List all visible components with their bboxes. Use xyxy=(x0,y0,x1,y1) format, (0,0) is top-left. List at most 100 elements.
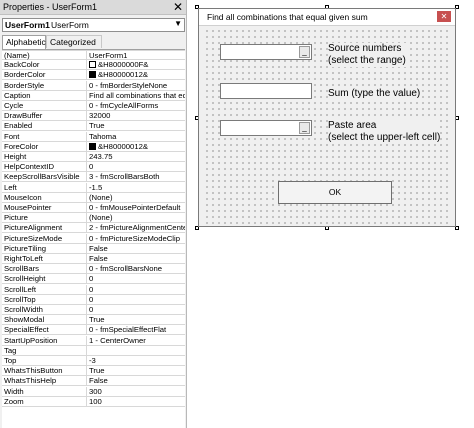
property-value-text: True xyxy=(89,315,105,325)
property-name: PictureAlignment xyxy=(4,223,87,233)
property-row[interactable]: DrawBuffer 32000 xyxy=(2,111,185,122)
property-row[interactable]: ScrollLeft 0 xyxy=(2,284,185,295)
property-value[interactable]: 243.75 xyxy=(89,152,185,161)
property-row[interactable]: ScrollWidth 0 xyxy=(2,305,185,315)
property-row[interactable]: PictureSizeMode 0 - fmPictureSizeModeClip xyxy=(2,233,185,244)
ok-button[interactable]: OK xyxy=(278,181,392,204)
property-name: ScrollLeft xyxy=(4,284,87,294)
property-value[interactable]: 0 - fmSpecialEffectFlat xyxy=(89,325,185,334)
property-value[interactable]: 0 - fmBorderStyleNone xyxy=(89,81,185,90)
property-name: MousePointer xyxy=(4,203,87,212)
property-value[interactable]: &H80000012& xyxy=(89,70,185,79)
property-value[interactable]: True xyxy=(89,315,185,324)
property-value[interactable]: 0 - fmPictureSizeModeClip xyxy=(89,234,185,243)
property-name: BackColor xyxy=(4,60,87,70)
property-value[interactable]: 0 - fmCycleAllForms xyxy=(89,101,185,110)
property-row[interactable]: Width 300 xyxy=(2,386,185,397)
property-value-text: 2 - fmPictureAlignmentCenter xyxy=(89,223,185,233)
property-value[interactable]: 0 xyxy=(89,285,185,294)
property-value[interactable]: False xyxy=(89,376,185,385)
property-row[interactable]: BorderColor &H80000012& xyxy=(2,70,185,81)
property-row[interactable]: RightToLeft False xyxy=(2,254,185,264)
property-row[interactable]: CaptionFind all combinations that equal xyxy=(2,90,185,101)
paste-area-refedit[interactable]: _ xyxy=(220,120,312,136)
property-row[interactable]: HelpContextID 0 xyxy=(2,162,185,173)
property-value[interactable]: False xyxy=(89,254,185,263)
property-value[interactable]: True xyxy=(89,121,185,130)
property-row[interactable]: Top -3 xyxy=(2,356,185,366)
property-value[interactable]: 0 xyxy=(89,295,185,304)
range-select-button[interactable]: _ xyxy=(299,46,310,58)
property-value[interactable]: True xyxy=(89,366,185,375)
property-row[interactable]: ScrollTop 0 xyxy=(2,294,185,305)
property-row[interactable]: BorderStyle 0 - fmBorderStyleNone xyxy=(2,80,185,91)
sum-input[interactable] xyxy=(220,83,312,99)
property-value[interactable]: 100 xyxy=(89,397,185,406)
property-value[interactable]: (None) xyxy=(89,213,185,222)
property-row[interactable]: ShowModal True xyxy=(2,315,185,326)
property-name: WhatsThisButton xyxy=(4,366,87,376)
property-value[interactable]: 0 xyxy=(89,305,185,314)
property-value[interactable]: 1 - CenterOwner xyxy=(89,336,185,345)
property-value[interactable]: -3 xyxy=(89,356,185,365)
property-row[interactable]: BackColor &H8000000F& xyxy=(2,60,185,71)
property-row[interactable]: (Name) UserForm1 xyxy=(2,50,185,60)
property-row[interactable]: Cycle 0 - fmCycleAllForms xyxy=(2,101,185,111)
tab-categorized[interactable]: Categorized xyxy=(46,35,102,48)
property-value[interactable]: 0 xyxy=(89,162,185,171)
property-value[interactable] xyxy=(89,346,185,355)
property-row[interactable]: KeepScrollBarsVisible 3 - fmScrollBarsBot… xyxy=(2,172,185,183)
property-value[interactable]: Tahoma xyxy=(89,132,185,141)
property-row[interactable]: PictureTiling False xyxy=(2,243,185,254)
property-name: Top xyxy=(4,356,87,365)
property-value-text: 0 - fmSpecialEffectFlat xyxy=(89,325,167,335)
property-value[interactable]: False xyxy=(89,244,185,253)
property-row[interactable]: Left -1.5 xyxy=(2,182,185,193)
property-value[interactable]: 0 - fmScrollBarsNone xyxy=(89,264,185,273)
property-value[interactable]: -1.5 xyxy=(89,183,185,192)
property-value[interactable]: 3 - fmScrollBarsBoth xyxy=(89,172,185,181)
object-selector-dropdown[interactable]: UserForm1 UserForm ▼ xyxy=(2,18,185,32)
property-row[interactable]: WhatsThisButton True xyxy=(2,366,185,377)
property-row[interactable]: WhatsThisHelp False xyxy=(2,376,185,387)
property-value[interactable]: 32000 xyxy=(89,111,185,120)
tab-alphabetic[interactable]: Alphabetic xyxy=(2,35,46,49)
property-row[interactable]: StartUpPosition 1 - CenterOwner xyxy=(2,335,185,346)
property-row[interactable]: SpecialEffect 0 - fmSpecialEffectFlat xyxy=(2,325,185,336)
property-row[interactable]: Zoom 100 xyxy=(2,396,185,407)
property-row[interactable]: MouseIcon (None) xyxy=(2,192,185,203)
property-row[interactable]: Picture (None) xyxy=(2,213,185,224)
property-row[interactable]: Enabled True xyxy=(2,121,185,132)
property-value[interactable]: (None) xyxy=(89,193,185,202)
source-range-refedit[interactable]: _ xyxy=(220,44,312,60)
property-value[interactable]: 300 xyxy=(89,387,185,396)
property-name: Cycle xyxy=(4,101,87,110)
property-row[interactable]: Font Tahoma xyxy=(2,131,185,142)
property-value[interactable]: Find all combinations that equal xyxy=(89,91,185,100)
property-value[interactable]: UserForm1 xyxy=(89,51,185,60)
property-row[interactable]: ScrollBars 0 - fmScrollBarsNone xyxy=(2,264,185,275)
property-value[interactable]: &H80000012& xyxy=(89,142,185,151)
property-row[interactable]: ScrollHeight 0 xyxy=(2,274,185,285)
property-name: ScrollTop xyxy=(4,294,87,304)
property-value-text: 300 xyxy=(89,386,102,396)
chevron-down-icon[interactable]: ▼ xyxy=(174,19,182,28)
property-name: Width xyxy=(4,386,87,396)
property-value[interactable]: 0 - fmMousePointerDefault xyxy=(89,203,185,212)
property-value-text: (None) xyxy=(89,213,113,223)
property-value[interactable]: &H8000000F& xyxy=(89,60,185,69)
property-value[interactable]: 2 - fmPictureAlignmentCenter xyxy=(89,223,185,232)
property-row[interactable]: MousePointer 0 - fmMousePointerDefault xyxy=(2,203,185,213)
property-row[interactable]: PictureAlignment 2 - fmPictureAlignmentCe… xyxy=(2,223,185,234)
property-name: BorderColor xyxy=(4,70,87,80)
property-row[interactable]: Height 243.75 xyxy=(2,152,185,162)
close-icon[interactable]: ✕ xyxy=(172,0,184,14)
property-value[interactable]: 0 xyxy=(89,274,185,283)
object-name: UserForm1 xyxy=(5,20,50,30)
property-name: Tag xyxy=(4,345,87,355)
range-select-button[interactable]: _ xyxy=(299,122,310,134)
close-icon[interactable]: ✕ xyxy=(437,11,451,22)
property-name: StartUpPosition xyxy=(4,335,87,345)
property-row[interactable]: ForeColor &H80000012& xyxy=(2,141,185,152)
property-row[interactable]: Tag xyxy=(2,345,185,356)
